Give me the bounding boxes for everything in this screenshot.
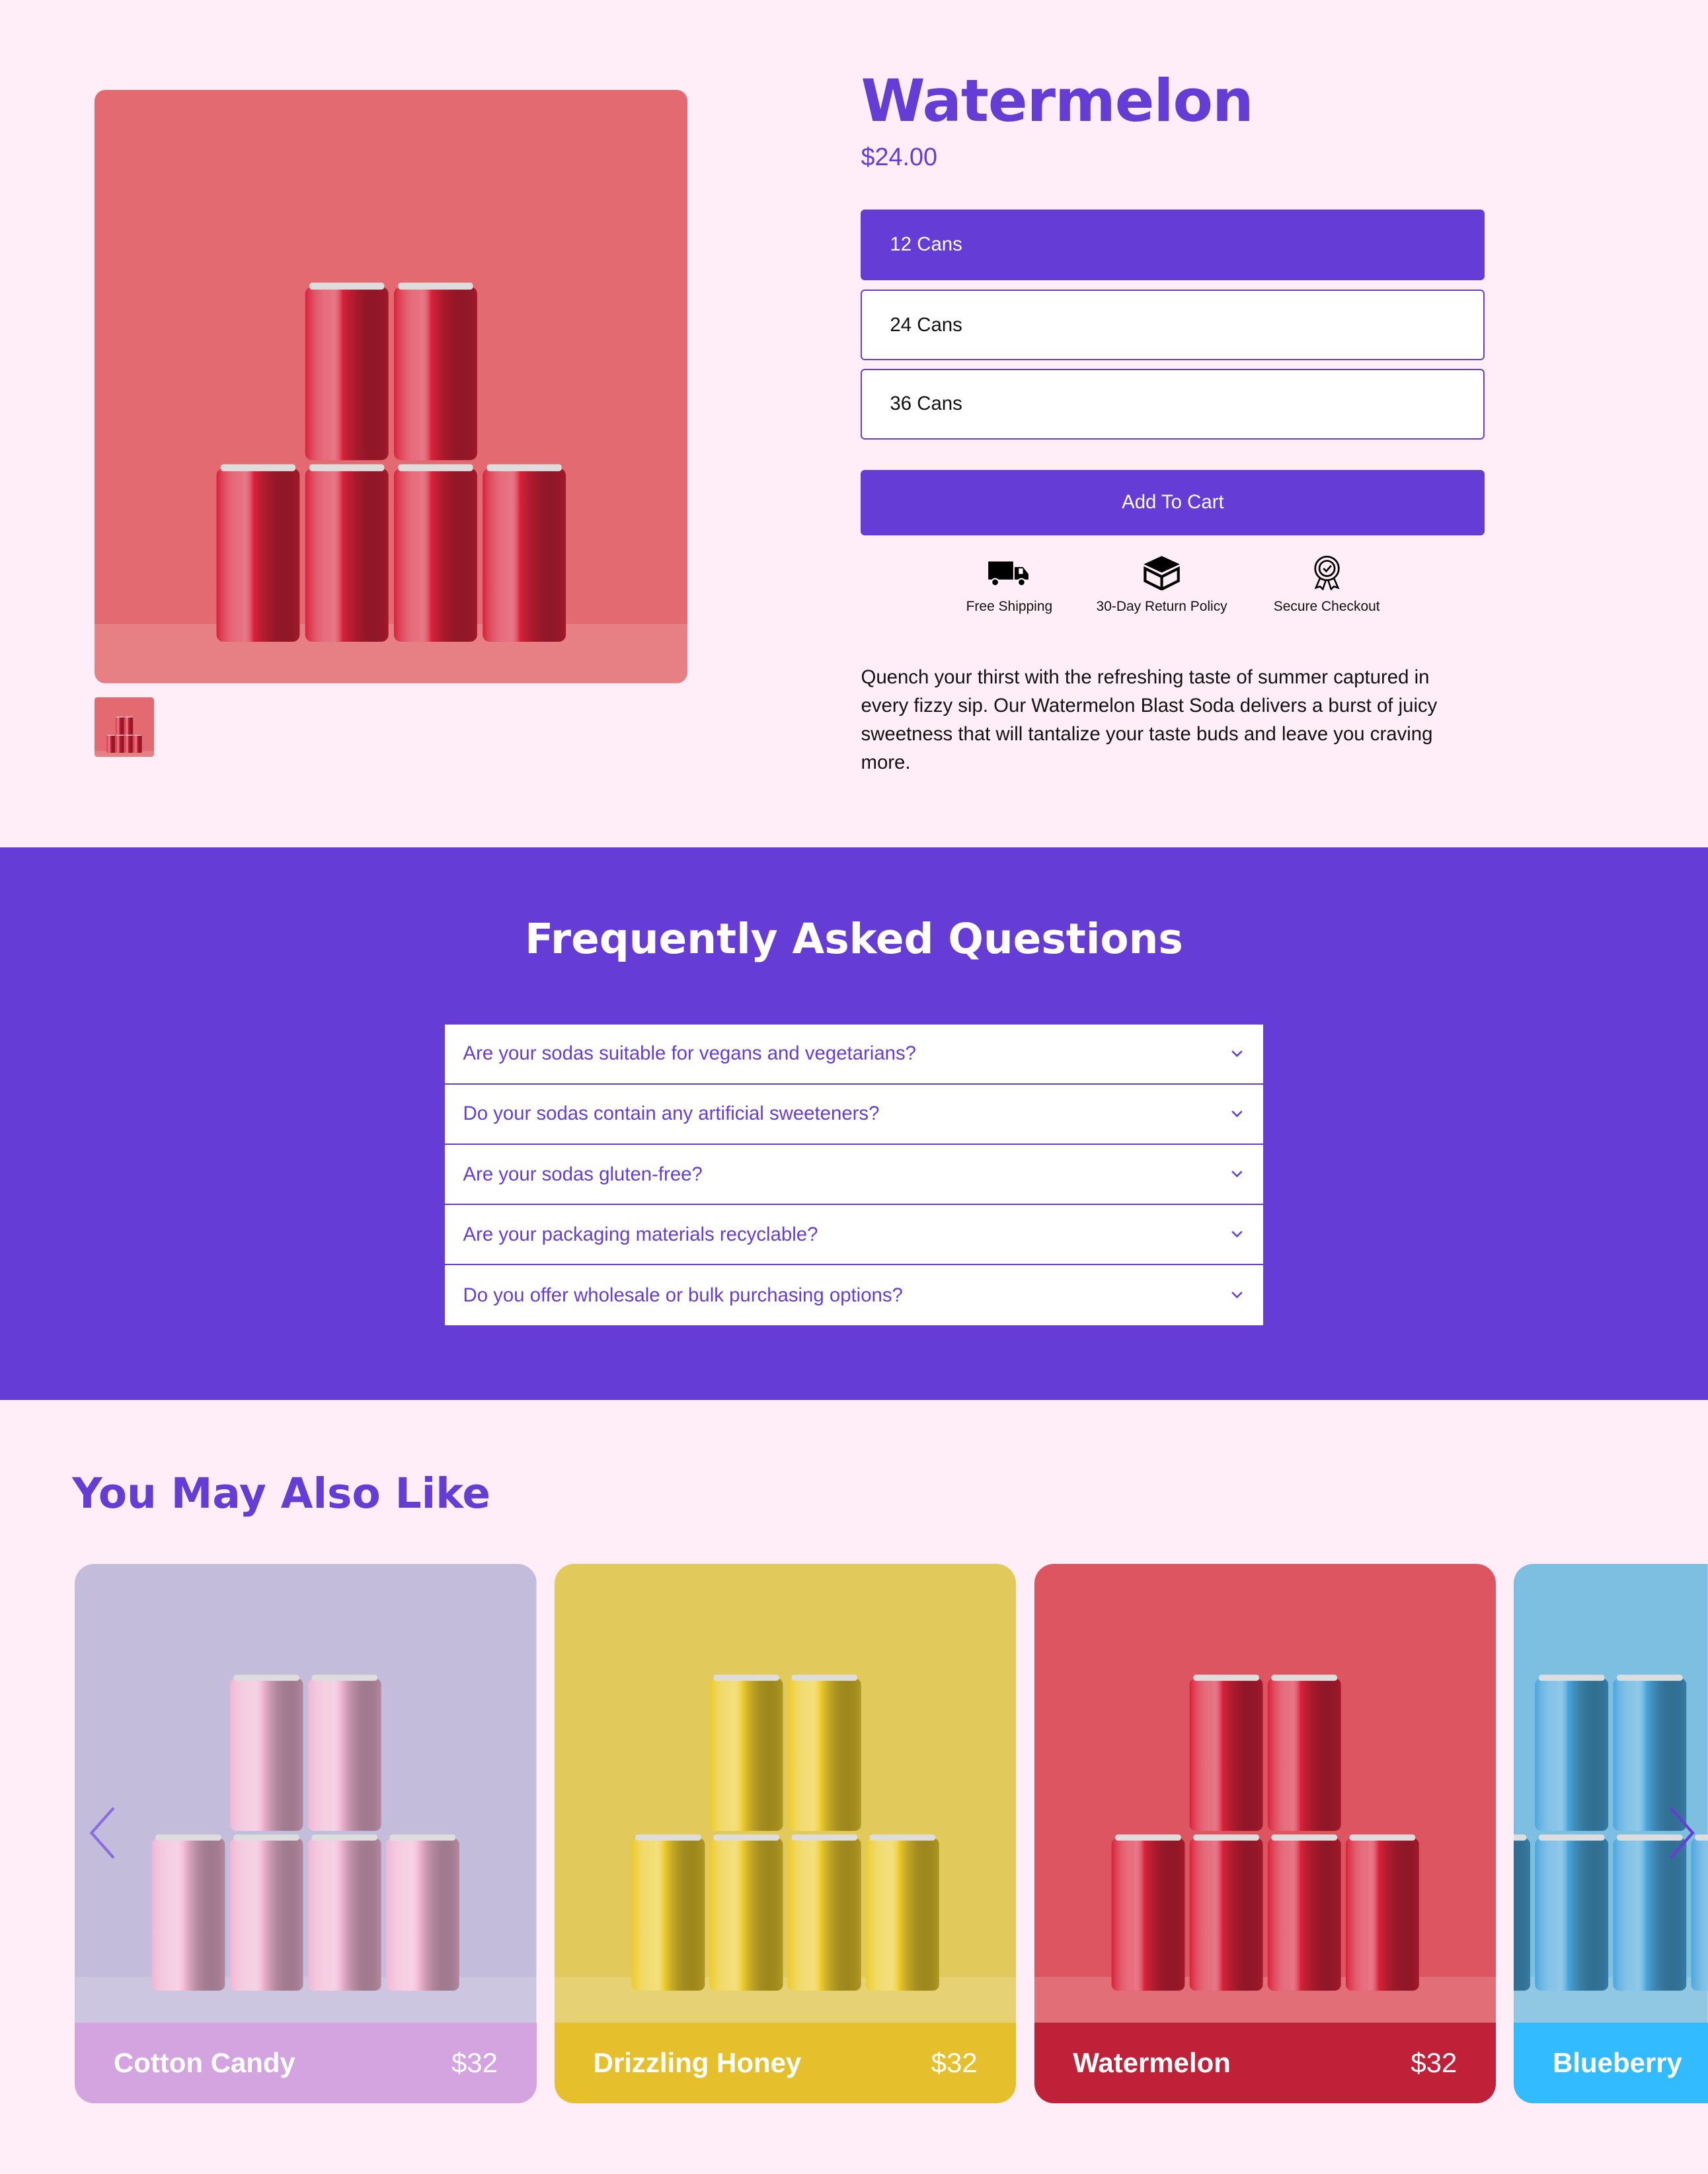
faq-item[interactable]: Do you offer wholesale or bulk purchasin… (445, 1265, 1262, 1325)
faq-list: Are your sodas suitable for vegans and v… (445, 1024, 1263, 1326)
faq-item[interactable]: Are your sodas suitable for vegans and v… (445, 1025, 1263, 1085)
faq-question: Are your sodas gluten-free? (463, 1163, 703, 1185)
product-card-footer: Cotton Candy $32 (75, 2023, 537, 2103)
faq-title: Frequently Asked Questions (525, 915, 1183, 964)
product-card-footer: Blueberry (1514, 2023, 1708, 2103)
carousel-prev-arrow-icon[interactable] (86, 1805, 119, 1861)
faq-question: Are your sodas suitable for vegans and v… (463, 1042, 916, 1065)
chevron-down-icon (1231, 1231, 1243, 1238)
chevron-down-icon (1231, 1050, 1243, 1058)
faq-item[interactable]: Are your packaging materials recyclable? (445, 1205, 1263, 1266)
feature-label: 30-Day Return Policy (1096, 599, 1227, 615)
product-price: $24.00 (861, 143, 937, 171)
truck-icon (988, 561, 1029, 587)
chevron-down-icon (1231, 1292, 1243, 1299)
product-card-name: Blueberry (1553, 2046, 1682, 2078)
product-card[interactable]: Watermelon $32 (1034, 1563, 1496, 2103)
product-card-name: Watermelon (1073, 2046, 1231, 2078)
product-card-image (1514, 1563, 1708, 2023)
option-36-cans[interactable]: 36 Cans (861, 368, 1485, 440)
product-card-image (1034, 1563, 1496, 2023)
product-card-name: Drizzling Honey (593, 2046, 802, 2078)
carousel-next-arrow-icon[interactable] (1665, 1805, 1698, 1861)
chevron-down-icon (1231, 1171, 1243, 1178)
faq-question: Are your packaging materials recyclable? (463, 1223, 818, 1245)
product-thumbnail[interactable] (94, 697, 154, 757)
product-card-price: $32 (451, 2046, 498, 2078)
option-12-cans[interactable]: 12 Cans (861, 209, 1485, 280)
feature-label: Free Shipping (966, 599, 1053, 615)
add-to-cart-button[interactable]: Add To Cart (861, 470, 1485, 535)
product-card-price: $32 (1411, 2046, 1457, 2078)
product-card-image (554, 1563, 1017, 2023)
product-main-image (94, 90, 688, 683)
option-24-cans[interactable]: 24 Cans (861, 290, 1485, 361)
product-card-price: $32 (931, 2046, 978, 2078)
related-title: You May Also Like (72, 1469, 491, 1518)
faq-question: Do you offer wholesale or bulk purchasin… (463, 1284, 903, 1306)
product-card-name: Cotton Candy (113, 2046, 295, 2078)
feature-label: Secure Checkout (1273, 599, 1380, 615)
feature-return-policy: 30-Day Return Policy (1071, 555, 1252, 615)
option-label: 24 Cans (890, 313, 962, 336)
product-title: Watermelon (861, 66, 1253, 135)
product-card[interactable]: Cotton Candy $32 (75, 1563, 537, 2103)
faq-question: Do your sodas contain any artificial swe… (463, 1103, 880, 1125)
badge-check-icon (1314, 555, 1340, 591)
option-label: 12 Cans (890, 233, 962, 256)
faq-item[interactable]: Do your sodas contain any artificial swe… (445, 1085, 1263, 1145)
product-card-footer: Watermelon $32 (1034, 2023, 1496, 2103)
feature-secure-checkout: Secure Checkout (1237, 555, 1417, 615)
box-icon (1144, 556, 1180, 591)
product-card-image (75, 1563, 537, 2023)
product-card-footer: Drizzling Honey $32 (554, 2023, 1017, 2103)
option-label: 36 Cans (890, 393, 962, 415)
product-description: Quench your thirst with the refreshing t… (861, 666, 1438, 773)
faq-item[interactable]: Are your sodas gluten-free? (445, 1145, 1263, 1206)
chevron-down-icon (1231, 1110, 1243, 1118)
product-card[interactable]: Drizzling Honey $32 (554, 1563, 1017, 2103)
